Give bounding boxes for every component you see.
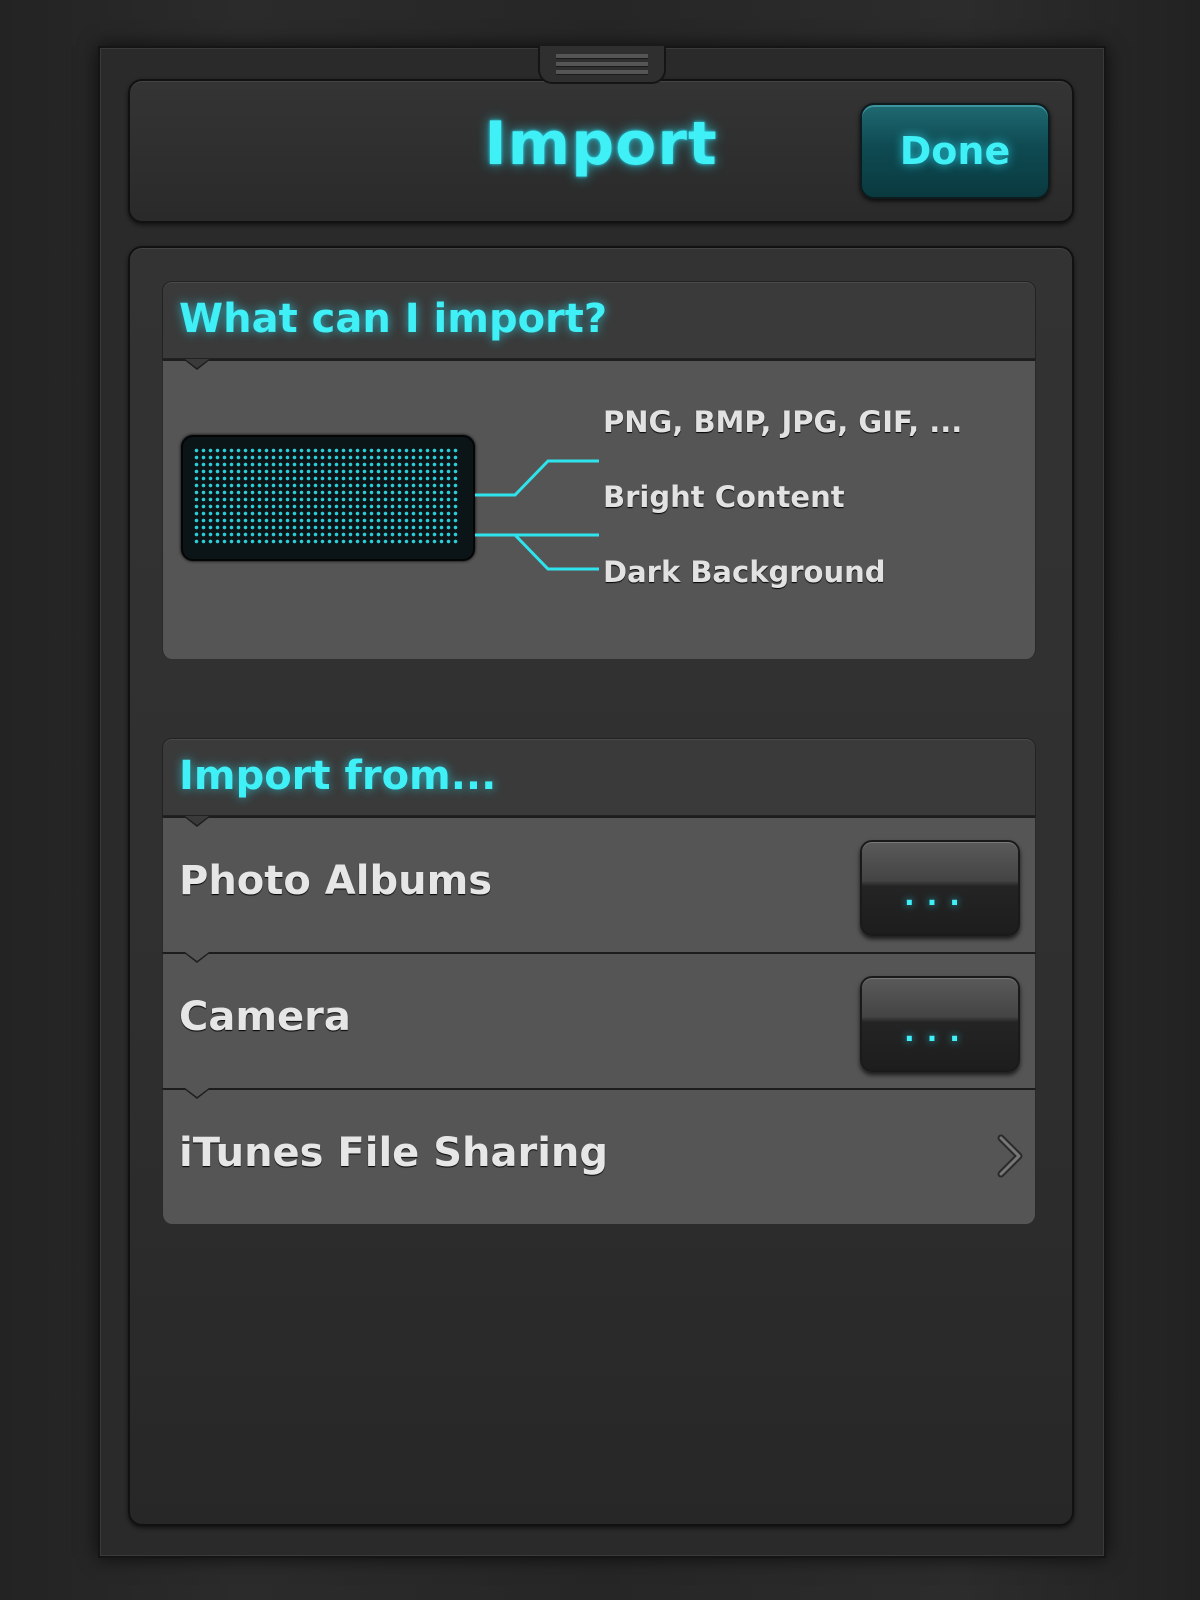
- connector-lines-icon: [475, 459, 599, 571]
- section-title: Import from...: [179, 753, 497, 799]
- section-notch: [185, 359, 209, 368]
- info-section: What can I import? PNG, BMP, JPG, GIF, .…: [162, 281, 1036, 659]
- chevron-right-icon[interactable]: [995, 1134, 1025, 1178]
- more-dots-icon: ...: [904, 1015, 972, 1048]
- source-row-camera[interactable]: Camera ...: [162, 952, 1036, 1088]
- done-button[interactable]: Done: [860, 103, 1050, 199]
- photo-albums-more-button[interactable]: ...: [860, 840, 1020, 936]
- row-notch: [185, 1088, 209, 1097]
- source-label: iTunes File Sharing: [179, 1130, 609, 1176]
- lcd-dot-grid: [193, 447, 459, 545]
- section-title: What can I import?: [179, 296, 608, 342]
- section-notch: [185, 816, 209, 825]
- source-row-itunes-file-sharing[interactable]: iTunes File Sharing: [162, 1088, 1036, 1224]
- camera-more-button[interactable]: ...: [860, 976, 1020, 1072]
- grip-line: [556, 70, 648, 75]
- header-bar: Import Done: [128, 79, 1074, 223]
- source-row-photo-albums[interactable]: Photo Albums ...: [162, 816, 1036, 952]
- grip-line: [556, 54, 648, 59]
- drag-grip-handle[interactable]: [538, 46, 666, 84]
- format-requirement: PNG, BMP, JPG, GIF, ...: [603, 405, 963, 439]
- background-requirement: Dark Background: [603, 555, 886, 589]
- lcd-display-icon: [181, 435, 475, 561]
- content-requirement: Bright Content: [603, 480, 845, 514]
- connector-line-formats: [475, 459, 599, 497]
- info-panel: PNG, BMP, JPG, GIF, ... Bright Content D…: [162, 359, 1036, 659]
- grip-line: [556, 62, 648, 67]
- row-notch: [185, 952, 209, 961]
- source-label: Camera: [179, 994, 351, 1040]
- more-dots-icon: ...: [904, 879, 972, 912]
- connector-line-dark: [475, 533, 599, 571]
- section-header: What can I import?: [162, 281, 1036, 359]
- section-header: Import from...: [162, 738, 1036, 816]
- import-source-section: Import from... Photo Albums ... Camera .…: [162, 738, 1036, 1224]
- source-label: Photo Albums: [179, 858, 493, 904]
